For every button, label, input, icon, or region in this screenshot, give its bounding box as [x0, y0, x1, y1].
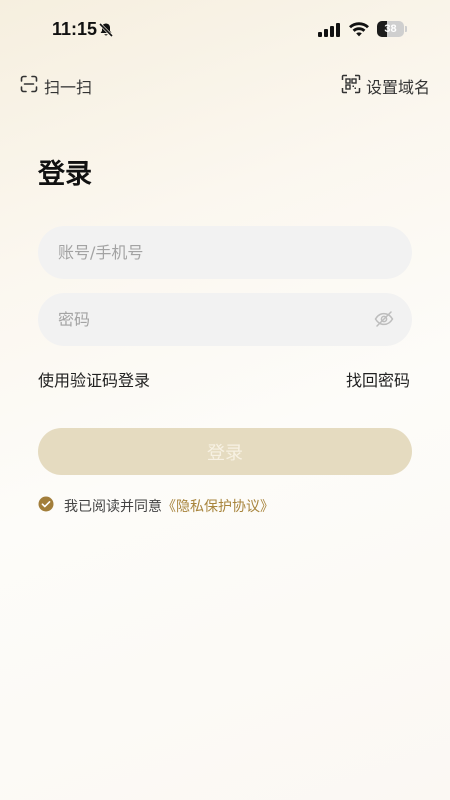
qr-code-icon — [341, 74, 361, 98]
forgot-password-link[interactable]: 找回密码 — [346, 367, 410, 391]
agreement-text: 我已阅读并同意 — [64, 499, 162, 515]
scan-label: 扫一扫 — [44, 78, 93, 97]
checkbox-checked-icon[interactable] — [38, 496, 54, 516]
password-field — [38, 293, 412, 346]
password-input[interactable] — [58, 293, 358, 346]
account-field — [38, 226, 412, 279]
page-title: 登录 — [38, 159, 92, 190]
wifi-icon — [348, 20, 370, 41]
status-bar: 11:15 38 — [0, 0, 450, 60]
scan-icon — [20, 75, 38, 97]
set-domain-label: 设置域名 — [365, 78, 430, 97]
battery-level: 38 — [384, 23, 397, 35]
bell-slash-icon — [98, 22, 114, 42]
set-domain-button[interactable]: 设置域名 — [341, 74, 430, 98]
signal-icon — [318, 22, 340, 41]
agreement-row: 我已阅读并同意 《隐私保护协议》 — [38, 496, 274, 516]
eye-off-icon[interactable] — [374, 309, 394, 333]
account-input[interactable] — [58, 226, 358, 279]
login-button[interactable]: 登录 — [38, 428, 412, 475]
code-login-link[interactable]: 使用验证码登录 — [38, 367, 150, 391]
status-time: 11:15 — [52, 19, 98, 39]
privacy-policy-link[interactable]: 《隐私保护协议》 — [162, 496, 274, 516]
battery-icon: 38 — [377, 21, 407, 37]
scan-button[interactable]: 扫一扫 — [20, 75, 92, 97]
